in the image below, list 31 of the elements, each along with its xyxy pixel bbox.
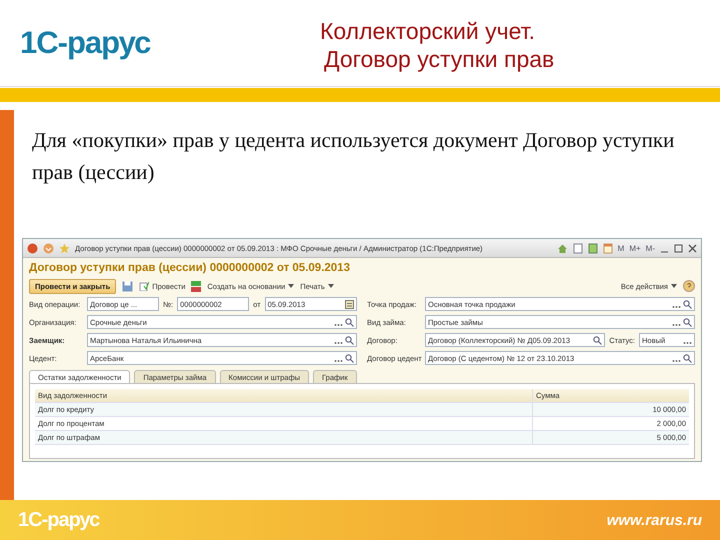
search-icon[interactable] [683, 318, 692, 326]
form-heading: Договор уступки прав (цессии) 0000000002 от 05.09.2013 [29, 261, 351, 276]
company-logo: 1С-рарус [20, 25, 152, 61]
slide-title: Договор уступки прав [323, 45, 554, 73]
search-icon[interactable] [345, 318, 354, 326]
search-icon[interactable] [683, 354, 692, 362]
help-icon[interactable] [683, 280, 695, 292]
memory-button[interactable]: M+ [629, 244, 641, 252]
caret-icon [288, 284, 294, 288]
footer-url: www.rarus.ru [606, 512, 702, 528]
calendar-icon[interactable] [345, 300, 354, 308]
memory-button[interactable]: M- [646, 244, 655, 252]
search-icon[interactable] [593, 336, 602, 344]
caret-icon [328, 284, 334, 288]
ledger-icon[interactable] [191, 280, 202, 292]
save-icon[interactable] [122, 280, 134, 292]
app-icon [27, 242, 38, 254]
maximize-icon[interactable] [674, 244, 683, 252]
search-icon[interactable] [345, 354, 354, 362]
document-icon[interactable] [572, 242, 583, 254]
search-icon[interactable] [683, 300, 692, 308]
close-icon[interactable] [688, 244, 697, 252]
document-check-icon [139, 281, 150, 291]
slide-title: Коллекторский учет. [320, 17, 536, 45]
footer-logo: 1С-рарус [18, 508, 100, 532]
star-icon[interactable] [59, 242, 70, 254]
body-text: Для «покупки» прав у цедента используется документ Договор уступки прав (цессии) [32, 127, 676, 186]
caret-icon [671, 284, 677, 288]
search-icon[interactable] [345, 336, 354, 344]
memory-button[interactable]: M [618, 244, 624, 252]
calculator-icon[interactable] [588, 242, 598, 254]
